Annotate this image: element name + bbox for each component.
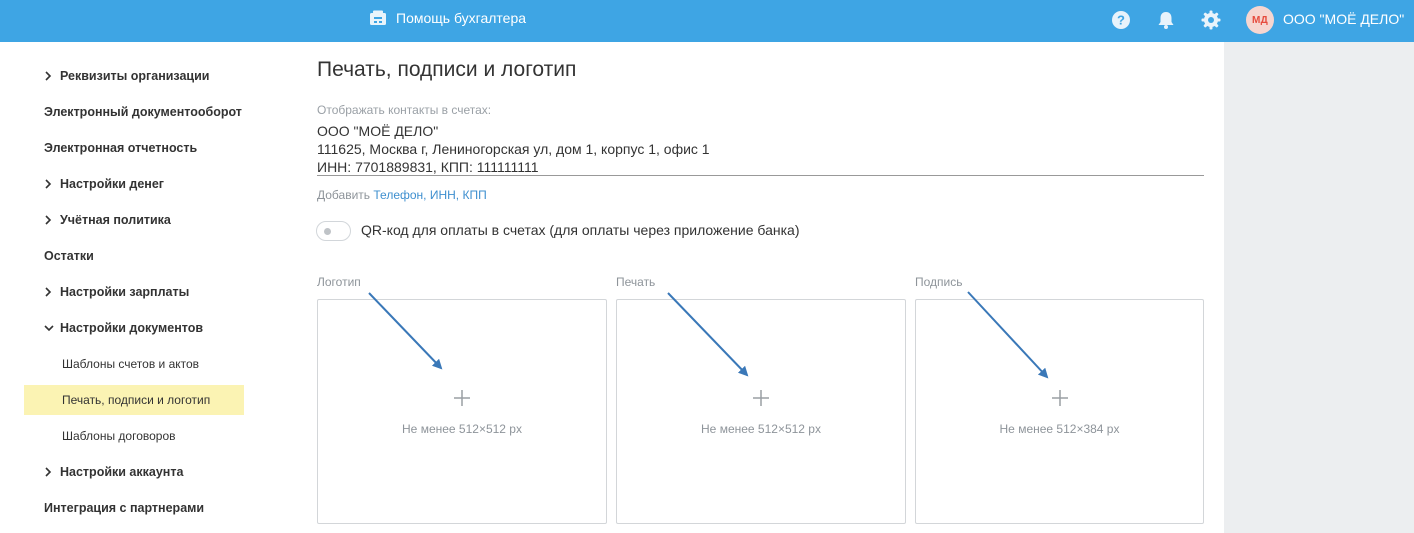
add-contacts-line: Добавить Телефон, ИНН, КПП xyxy=(317,188,487,202)
sidebar-item-balances[interactable]: Остатки xyxy=(24,241,244,271)
sidebar-item-label: Электронный документооборот xyxy=(44,105,242,119)
sidebar-item-account-settings[interactable]: Настройки аккаунта xyxy=(24,457,244,487)
sidebar-subitem-contract-templates[interactable]: Шаблоны договоров xyxy=(24,421,244,451)
stamp-upload-box[interactable]: Не менее 512×512 px xyxy=(616,299,906,524)
upload-hint: Не менее 512×384 px xyxy=(999,422,1120,436)
top-bar: Помощь бухгалтера ? МД ООО "МОЁ ДЕЛО" xyxy=(0,0,1414,42)
sidebar-item-partner-integration[interactable]: Интеграция с партнерами xyxy=(24,493,244,523)
signature-upload-label: Подпись xyxy=(915,275,963,289)
chevron-right-icon xyxy=(44,285,58,299)
help-icon[interactable]: ? xyxy=(1110,9,1132,31)
svg-text:?: ? xyxy=(1117,13,1125,28)
plus-icon xyxy=(753,390,769,406)
chevron-right-icon xyxy=(44,177,58,191)
sidebar-item-label: Остатки xyxy=(44,249,94,263)
sidebar-item-edo[interactable]: Электронный документооборот xyxy=(24,97,244,127)
chevron-down-icon xyxy=(44,321,58,335)
stamp-upload-label: Печать xyxy=(616,275,656,289)
sidebar-item-document-settings[interactable]: Настройки документов xyxy=(24,313,244,343)
sidebar-item-e-reporting[interactable]: Электронная отчетность xyxy=(24,133,244,163)
contacts-line: 111625, Москва г, Лениногорская ул, дом … xyxy=(317,141,710,157)
plus-icon xyxy=(454,390,470,406)
sidebar-item-label: Настройки аккаунта xyxy=(60,465,184,479)
accountant-help-link[interactable]: Помощь бухгалтера xyxy=(369,0,526,35)
page-title: Печать, подписи и логотип xyxy=(317,58,577,81)
sidebar-item-label: Настройки денег xyxy=(60,177,165,191)
chevron-right-icon xyxy=(44,465,58,479)
sidebar-item-label: Учётная политика xyxy=(60,213,171,227)
sidebar-item-label: Шаблоны договоров xyxy=(62,429,176,443)
calculator-icon xyxy=(370,10,386,25)
sidebar-item-label: Реквизиты организации xyxy=(60,69,210,83)
contacts-line: ООО "МОЁ ДЕЛО" xyxy=(317,123,439,139)
sidebar-subitem-print-signatures-logo[interactable]: Печать, подписи и логотип xyxy=(24,385,244,415)
upload-hint: Не менее 512×512 px xyxy=(402,422,522,436)
plus-icon xyxy=(1051,390,1068,406)
contacts-textarea[interactable]: ООО "МОЁ ДЕЛО" 111625, Москва г, Лениног… xyxy=(317,122,1204,176)
right-side-panel xyxy=(1224,42,1414,533)
sidebar-item-salary-settings[interactable]: Настройки зарплаты xyxy=(24,277,244,307)
sidebar-item-label: Настройки документов xyxy=(60,321,204,335)
sidebar-item-label: Электронная отчетность xyxy=(44,141,198,155)
org-avatar[interactable]: МД xyxy=(1246,6,1274,34)
chevron-right-icon xyxy=(44,69,58,83)
qr-code-toggle-label: QR-код для оплаты в счетах (для оплаты ч… xyxy=(361,222,800,238)
contacts-label: Отображать контакты в счетах: xyxy=(317,103,492,117)
sidebar-item-label: Шаблоны счетов и актов xyxy=(62,357,200,371)
contacts-line: ИНН: 7701889831, КПП: 111111111 xyxy=(317,159,539,175)
sidebar-item-label: Печать, подписи и логотип xyxy=(62,393,211,407)
add-contacts-prefix: Добавить xyxy=(317,188,371,202)
sidebar-item-label: Настройки зарплаты xyxy=(60,285,190,299)
sidebar-item-money-settings[interactable]: Настройки денег xyxy=(24,169,244,199)
sidebar-item-label: Интеграция с партнерами xyxy=(44,501,205,515)
settings-sidebar: Реквизиты организации Электронный докуме… xyxy=(0,42,270,533)
sidebar-item-accounting-policy[interactable]: Учётная политика xyxy=(24,205,244,235)
add-contacts-link[interactable]: Телефон, ИНН, КПП xyxy=(373,188,486,202)
gear-icon[interactable] xyxy=(1200,9,1222,31)
bell-icon[interactable] xyxy=(1155,9,1177,31)
chevron-right-icon xyxy=(44,213,58,227)
sidebar-subitem-invoice-templates[interactable]: Шаблоны счетов и актов xyxy=(24,349,244,379)
logo-upload-box[interactable]: Не менее 512×512 px xyxy=(317,299,607,524)
sidebar-item-requisites[interactable]: Реквизиты организации xyxy=(24,61,244,91)
accountant-help-label: Помощь бухгалтера xyxy=(396,9,527,26)
logo-upload-label: Логотип xyxy=(317,275,361,289)
qr-code-toggle[interactable] xyxy=(316,221,351,241)
toggle-knob xyxy=(324,228,331,235)
signature-upload-box[interactable]: Не менее 512×384 px xyxy=(915,299,1204,524)
org-name[interactable]: ООО "МОЁ ДЕЛО" xyxy=(1283,0,1404,38)
upload-hint: Не менее 512×512 px xyxy=(701,422,821,436)
